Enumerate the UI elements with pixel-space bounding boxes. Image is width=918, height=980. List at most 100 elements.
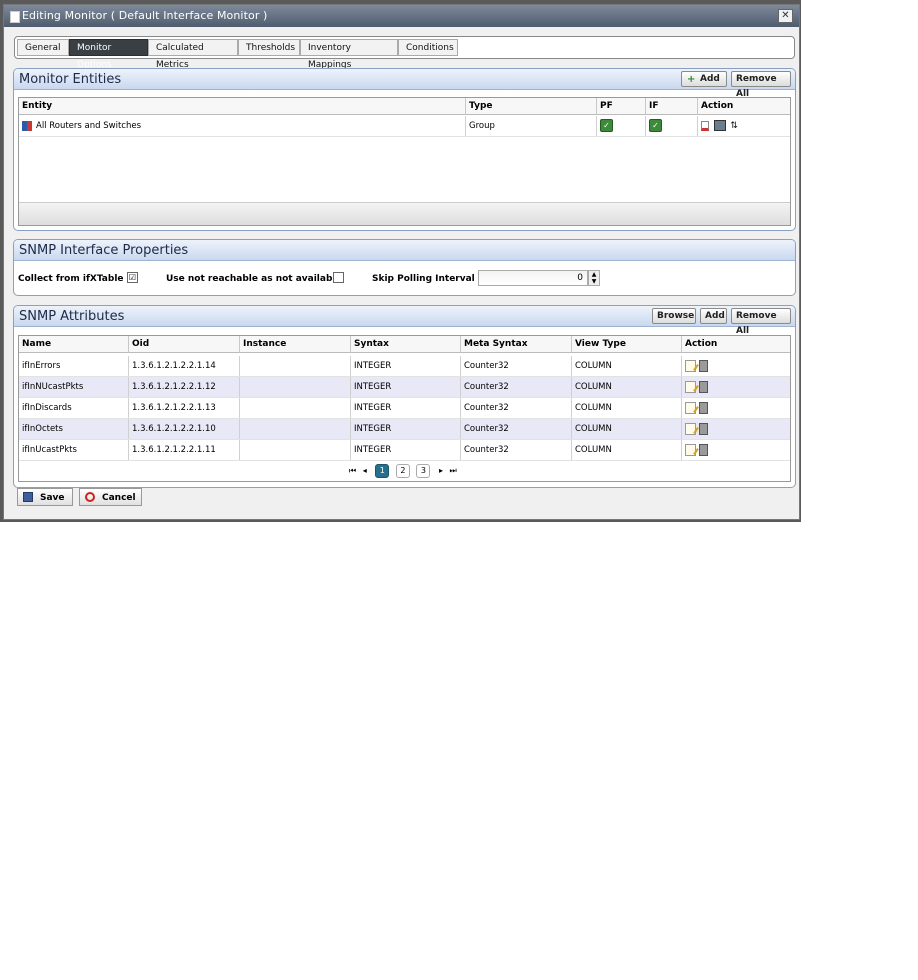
if-check-icon[interactable]: ✓ bbox=[649, 119, 662, 132]
cancel-button[interactable]: Cancel bbox=[79, 488, 142, 506]
col-instance[interactable]: Instance bbox=[240, 336, 351, 353]
document-red-icon[interactable] bbox=[701, 120, 709, 131]
tab-inventory-mappings[interactable]: Inventory Mappings bbox=[300, 39, 398, 70]
attr-syntax: INTEGER bbox=[351, 440, 461, 460]
pagination: ⏮ ◂ 1 2 3 ▸ ⏭ bbox=[349, 464, 457, 478]
tab-monitor-options[interactable]: Monitor Options bbox=[69, 39, 148, 70]
edit-icon[interactable] bbox=[685, 401, 696, 414]
edit-icon[interactable] bbox=[685, 443, 696, 456]
tab-thresholds[interactable]: Thresholds bbox=[238, 39, 300, 56]
col-if[interactable]: IF bbox=[646, 98, 698, 115]
collect-ifxtable-checkbox[interactable]: ☑ bbox=[127, 272, 138, 283]
snmp-attributes-header: SNMP Attributes Browse Add Remove All bbox=[14, 306, 795, 336]
next-page-icon[interactable]: ▸ bbox=[439, 466, 443, 475]
page-2-button[interactable]: 2 bbox=[395, 464, 410, 478]
attr-name: ifInErrors bbox=[19, 356, 129, 376]
page-3-button[interactable]: 3 bbox=[416, 464, 431, 478]
attr-meta-syntax: Counter32 bbox=[461, 419, 572, 439]
if-cell: ✓ bbox=[646, 116, 698, 136]
edit-icon[interactable] bbox=[685, 422, 696, 435]
attr-meta-syntax: Counter32 bbox=[461, 377, 572, 397]
prev-page-icon[interactable]: ◂ bbox=[363, 466, 367, 475]
attr-syntax: INTEGER bbox=[351, 356, 461, 376]
col-name[interactable]: Name bbox=[19, 336, 129, 353]
table-row[interactable]: ifInUcastPkts 1.3.6.1.2.1.2.2.1.11 INTEG… bbox=[19, 440, 790, 461]
col-meta-syntax[interactable]: Meta Syntax bbox=[461, 336, 572, 353]
col-action[interactable]: Action bbox=[698, 98, 790, 115]
page-1-button[interactable]: 1 bbox=[375, 464, 390, 478]
add-entity-label: Add bbox=[700, 74, 720, 84]
snmp-interface-panel: SNMP Interface Properties Collect from i… bbox=[13, 239, 796, 296]
close-icon[interactable]: ✕ bbox=[778, 9, 793, 23]
col-oid[interactable]: Oid bbox=[129, 336, 240, 353]
pf-check-icon[interactable]: ✓ bbox=[600, 119, 613, 132]
remove-all-attributes-button[interactable]: Remove All bbox=[731, 308, 791, 336]
attr-view-type: COLUMN bbox=[572, 377, 682, 397]
col-entity[interactable]: Entity bbox=[19, 98, 466, 115]
add-attribute-button[interactable]: Add bbox=[700, 308, 727, 324]
table-row[interactable]: ifInDiscards 1.3.6.1.2.1.2.2.1.13 INTEGE… bbox=[19, 398, 790, 419]
dialog-titlebar[interactable]: Editing Monitor ( Default Interface Moni… bbox=[4, 5, 799, 27]
group-icon bbox=[22, 120, 32, 131]
attr-action bbox=[682, 377, 790, 397]
attr-syntax: INTEGER bbox=[351, 398, 461, 418]
sort-icon[interactable]: ⇅ bbox=[730, 121, 740, 131]
last-page-icon[interactable]: ⏭ bbox=[450, 466, 457, 475]
tab-general[interactable]: General bbox=[17, 39, 69, 56]
attr-meta-syntax: Counter32 bbox=[461, 356, 572, 376]
document-icon bbox=[10, 11, 20, 23]
remove-all-entities-button[interactable]: Remove All bbox=[731, 71, 791, 99]
attr-meta-syntax: Counter32 bbox=[461, 398, 572, 418]
unreachable-check[interactable] bbox=[333, 272, 344, 283]
skip-polling-input[interactable]: 0 bbox=[478, 270, 588, 286]
snmp-attributes-panel: SNMP Attributes Browse Add Remove All Na… bbox=[13, 305, 796, 488]
attr-instance bbox=[240, 419, 351, 439]
pf-cell: ✓ bbox=[597, 116, 646, 136]
attr-instance bbox=[240, 398, 351, 418]
snmp-interface-title: SNMP Interface Properties bbox=[19, 243, 189, 258]
entity-name: All Routers and Switches bbox=[36, 121, 141, 131]
edit-icon[interactable] bbox=[685, 380, 696, 393]
entity-cell: All Routers and Switches bbox=[19, 116, 466, 136]
save-button[interactable]: Save bbox=[17, 488, 73, 506]
col-view-type[interactable]: View Type bbox=[572, 336, 682, 353]
add-entity-button[interactable]: + Add bbox=[681, 71, 727, 87]
col-attr-action[interactable]: Action bbox=[682, 336, 790, 353]
table-row[interactable]: ifInNUcastPkts 1.3.6.1.2.1.2.2.1.12 INTE… bbox=[19, 377, 790, 398]
first-page-icon[interactable]: ⏮ bbox=[349, 466, 356, 475]
attr-view-type: COLUMN bbox=[572, 356, 682, 376]
table-row[interactable]: ifInErrors 1.3.6.1.2.1.2.2.1.14 INTEGER … bbox=[19, 356, 790, 377]
attr-action bbox=[682, 419, 790, 439]
attr-oid: 1.3.6.1.2.1.2.2.1.13 bbox=[129, 398, 240, 418]
attr-oid: 1.3.6.1.2.1.2.2.1.14 bbox=[129, 356, 240, 376]
delete-icon[interactable] bbox=[699, 443, 708, 456]
browse-button[interactable]: Browse bbox=[652, 308, 696, 324]
tab-conditions[interactable]: Conditions bbox=[398, 39, 458, 56]
plus-icon: + bbox=[687, 74, 696, 85]
monitor-icon[interactable] bbox=[713, 120, 726, 131]
edit-icon[interactable] bbox=[685, 359, 696, 372]
tab-calculated-metrics[interactable]: Calculated Metrics bbox=[148, 39, 238, 70]
col-syntax[interactable]: Syntax bbox=[351, 336, 461, 353]
attributes-grid: Name Oid Instance Syntax Meta Syntax Vie… bbox=[18, 335, 791, 482]
delete-icon[interactable] bbox=[699, 380, 708, 393]
collect-ifxtable-check[interactable]: ☑ bbox=[127, 272, 138, 283]
entities-grid-footer bbox=[19, 202, 790, 225]
table-row[interactable]: All Routers and Switches Group ✓ ✓ ⇅ bbox=[19, 116, 790, 137]
attr-name: ifInNUcastPkts bbox=[19, 377, 129, 397]
entities-grid: Entity Type PF IF Action All Routers and… bbox=[18, 97, 791, 226]
dialog-title: Editing Monitor ( Default Interface Moni… bbox=[22, 9, 268, 22]
attr-name: ifInDiscards bbox=[19, 398, 129, 418]
monitor-entities-header: Monitor Entities + Add Remove All bbox=[14, 69, 795, 99]
cancel-label: Cancel bbox=[102, 493, 136, 503]
skip-polling-spinner[interactable]: ▲ ▼ bbox=[588, 270, 600, 286]
delete-icon[interactable] bbox=[699, 359, 708, 372]
delete-icon[interactable] bbox=[699, 401, 708, 414]
delete-icon[interactable] bbox=[699, 422, 708, 435]
col-type[interactable]: Type bbox=[466, 98, 597, 115]
col-pf[interactable]: PF bbox=[597, 98, 646, 115]
attr-name: ifInOctets bbox=[19, 419, 129, 439]
unreachable-checkbox[interactable] bbox=[333, 272, 344, 283]
action-cell: ⇅ bbox=[698, 116, 790, 136]
table-row[interactable]: ifInOctets 1.3.6.1.2.1.2.2.1.10 INTEGER … bbox=[19, 419, 790, 440]
